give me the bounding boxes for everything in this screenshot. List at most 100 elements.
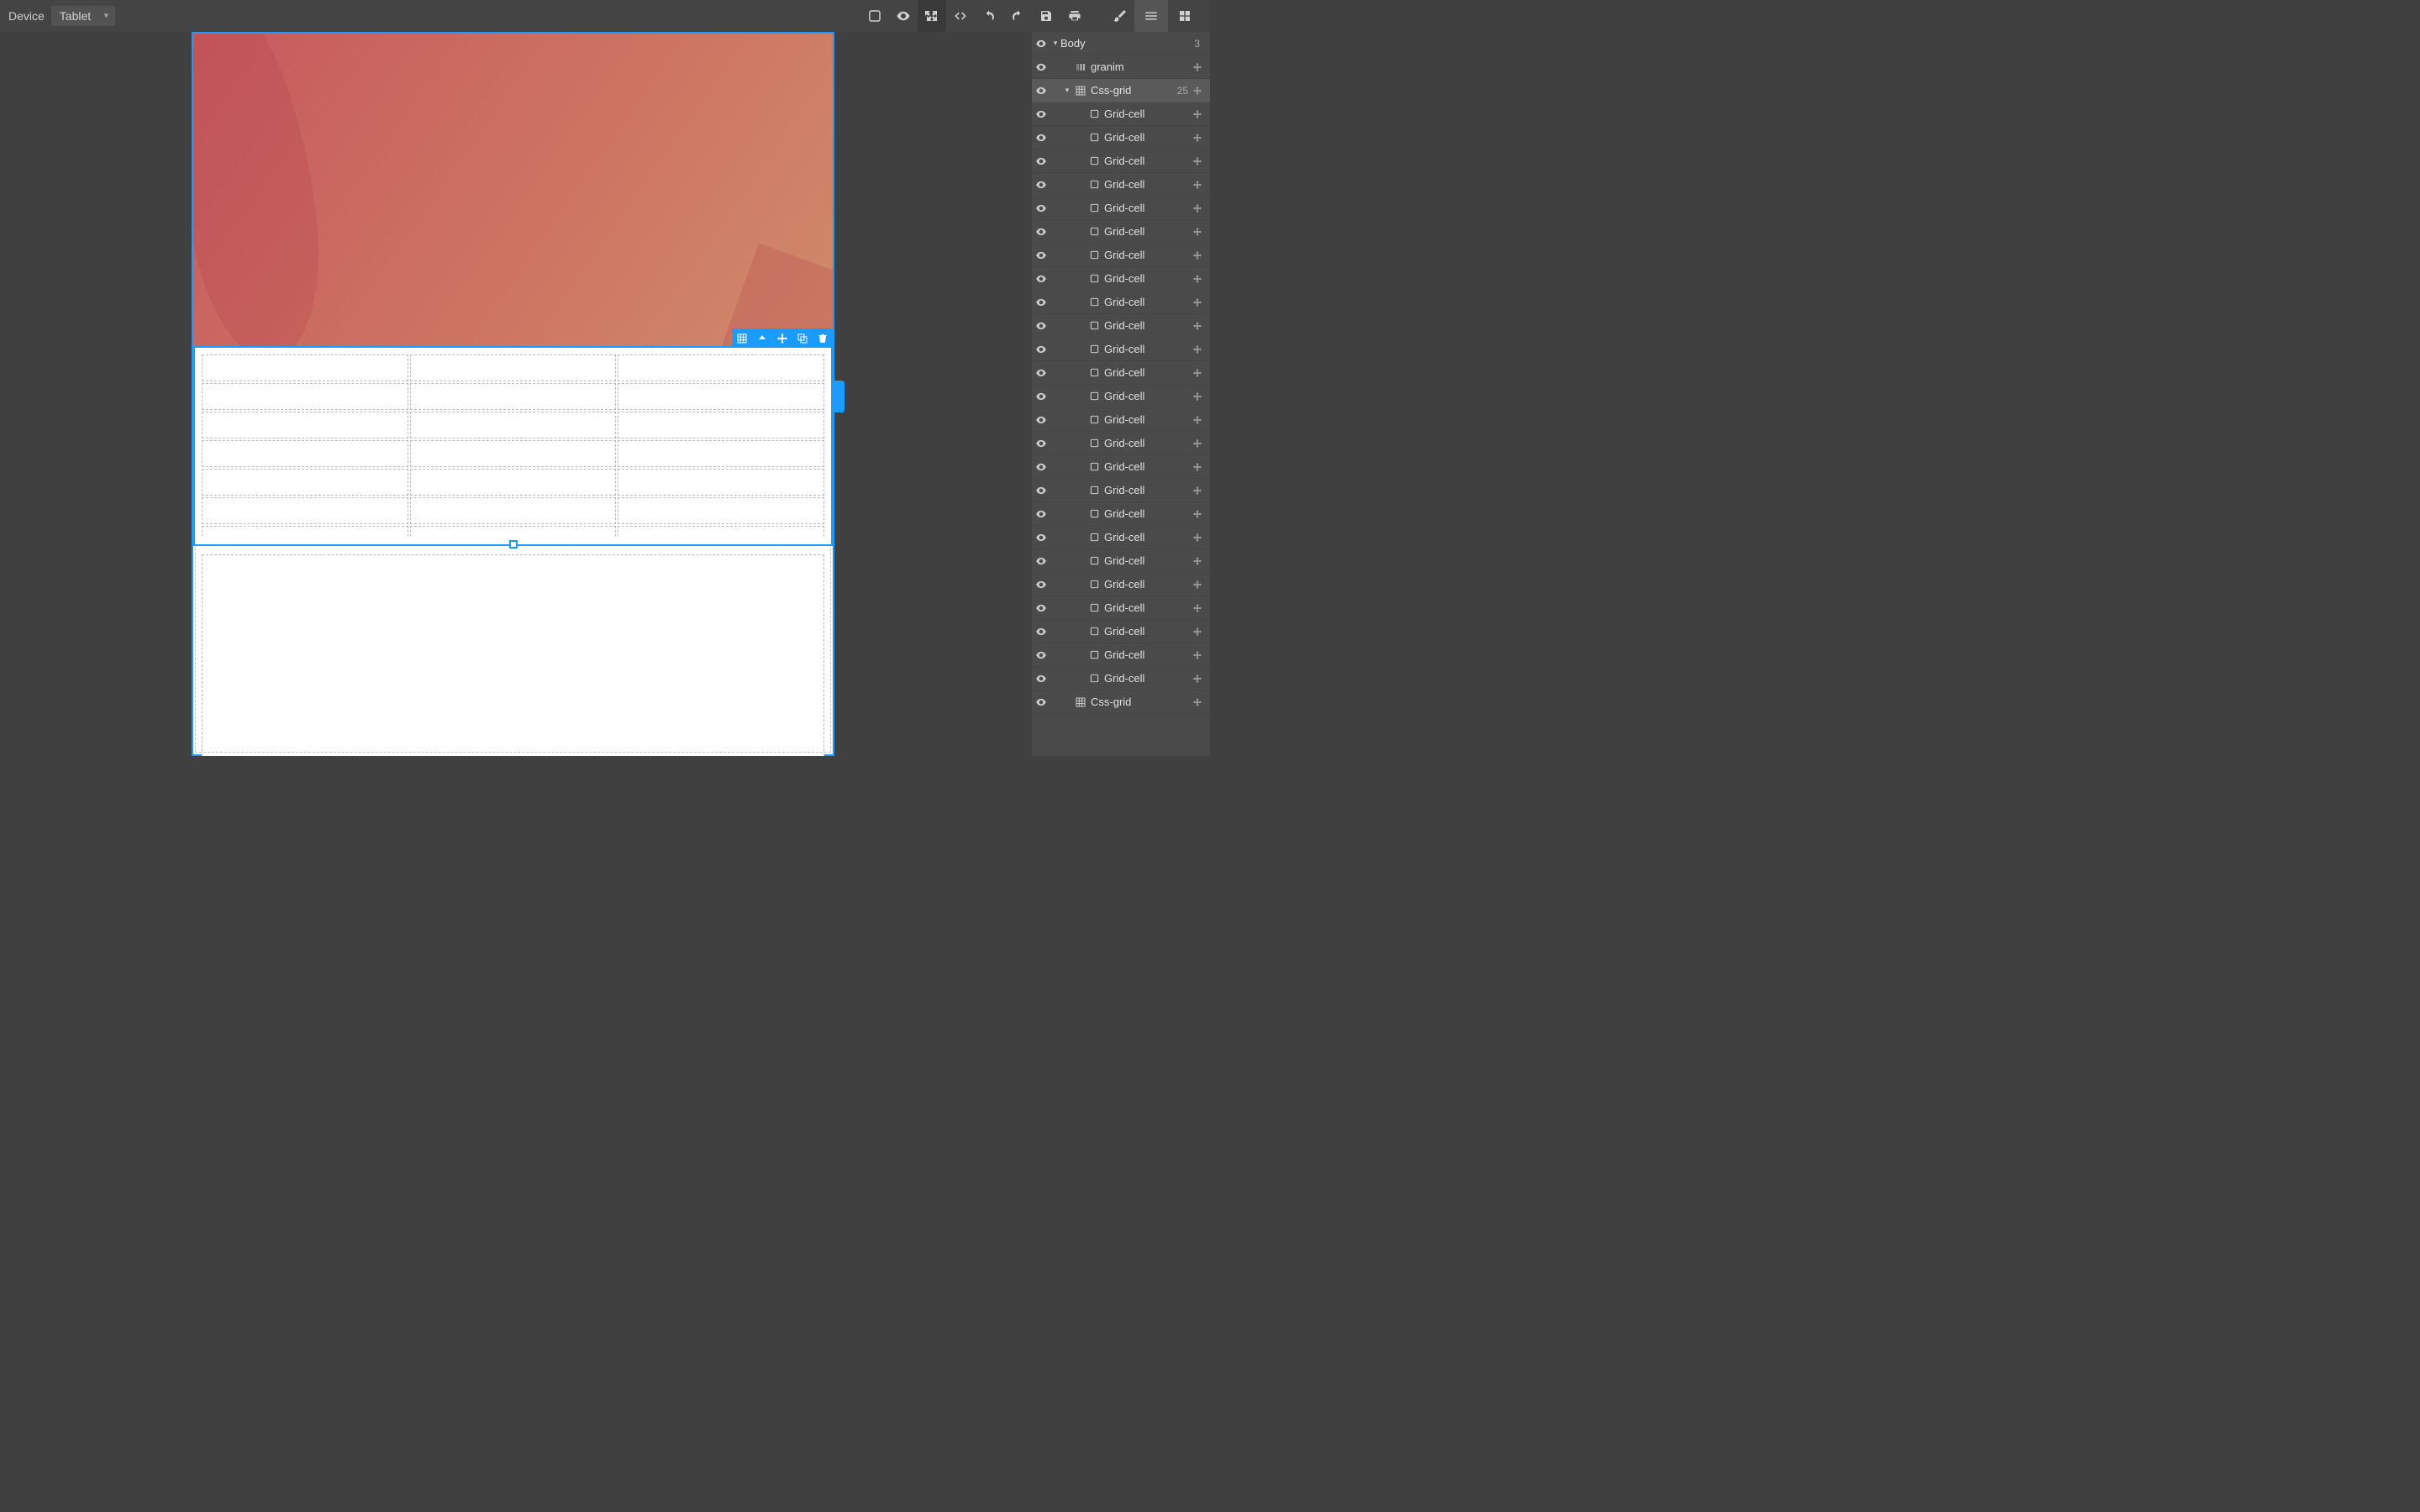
grid-cell[interactable] [410, 440, 617, 467]
layer-row[interactable]: ▾Css-grid25 [1032, 79, 1210, 102]
layer-row[interactable]: Grid-cell [1032, 361, 1210, 385]
grid-cell[interactable] [202, 497, 408, 524]
visibility-icon[interactable] [1032, 602, 1050, 614]
grid-cell[interactable] [618, 412, 824, 438]
canvas-area[interactable] [0, 32, 1032, 756]
layer-row[interactable]: Grid-cell [1032, 643, 1210, 667]
grid-cell[interactable] [202, 354, 408, 381]
move-icon[interactable] [1193, 275, 1205, 283]
grid-cell[interactable] [202, 412, 408, 438]
move-icon[interactable] [1193, 369, 1205, 377]
move-icon[interactable] [1193, 204, 1205, 213]
grid-cell[interactable] [618, 526, 824, 538]
print-button[interactable] [1060, 0, 1089, 32]
layer-row[interactable]: granim [1032, 55, 1210, 79]
move-icon[interactable] [1193, 134, 1205, 142]
layer-row[interactable]: Grid-cell [1032, 267, 1210, 291]
move-icon[interactable] [1193, 157, 1205, 165]
layer-row[interactable]: Grid-cell [1032, 244, 1210, 267]
layer-row[interactable]: Grid-cell [1032, 314, 1210, 338]
layer-row[interactable]: Grid-cell [1032, 173, 1210, 197]
select-parent-button[interactable] [752, 328, 772, 348]
move-icon[interactable] [1193, 463, 1205, 471]
visibility-icon[interactable] [1032, 273, 1050, 285]
visibility-icon[interactable] [1032, 579, 1050, 591]
copy-button[interactable] [792, 328, 813, 348]
layer-row[interactable]: Grid-cell [1032, 291, 1210, 314]
css-grid-element-2[interactable] [202, 554, 824, 756]
device-select[interactable]: Tablet [51, 6, 115, 26]
move-icon[interactable] [1193, 228, 1205, 236]
layer-row[interactable]: Grid-cell [1032, 102, 1210, 126]
grid-cell[interactable] [410, 469, 617, 496]
move-icon[interactable] [1193, 345, 1205, 354]
grid-cell[interactable] [618, 469, 824, 496]
layer-row[interactable]: Grid-cell [1032, 126, 1210, 150]
grid-cell[interactable] [202, 383, 408, 410]
visibility-icon[interactable] [1032, 626, 1050, 638]
visibility-icon[interactable] [1032, 155, 1050, 167]
visibility-icon[interactable] [1032, 132, 1050, 144]
move-icon[interactable] [1193, 510, 1205, 518]
layer-row[interactable]: Grid-cell [1032, 573, 1210, 596]
css-grid-element[interactable] [193, 346, 833, 546]
grid-cell[interactable] [410, 354, 617, 381]
caret-icon[interactable]: ▾ [1050, 39, 1060, 48]
visibility-icon[interactable] [1032, 673, 1050, 685]
layer-row[interactable]: Grid-cell [1032, 150, 1210, 173]
move-icon[interactable] [1193, 181, 1205, 189]
move-icon[interactable] [1193, 604, 1205, 612]
granim-element[interactable] [193, 34, 833, 346]
move-icon[interactable] [1193, 392, 1205, 401]
save-button[interactable] [1032, 0, 1060, 32]
layer-row[interactable]: Css-grid [1032, 690, 1210, 714]
visibility-icon[interactable] [1032, 297, 1050, 308]
layer-row[interactable]: Grid-cell [1032, 502, 1210, 526]
move-icon[interactable] [1193, 87, 1205, 95]
visibility-icon[interactable] [1032, 532, 1050, 543]
caret-icon[interactable]: ▾ [1062, 86, 1072, 95]
layers-panel-button[interactable] [1134, 0, 1168, 32]
visibility-icon[interactable] [1032, 249, 1050, 261]
visibility-icon[interactable] [1032, 391, 1050, 402]
grid-cell[interactable] [410, 412, 617, 438]
grid-cell[interactable] [410, 383, 617, 410]
code-button[interactable] [946, 0, 975, 32]
fullscreen-button[interactable] [918, 0, 946, 32]
move-icon[interactable] [1193, 580, 1205, 589]
move-icon[interactable] [1193, 110, 1205, 118]
layer-row-body[interactable]: ▾ Body 3 [1032, 32, 1210, 55]
grid-cell[interactable] [202, 469, 408, 496]
visibility-icon[interactable] [1032, 344, 1050, 355]
move-icon[interactable] [1193, 63, 1205, 71]
move-button[interactable] [772, 328, 792, 348]
move-icon[interactable] [1193, 416, 1205, 424]
grid-cell[interactable] [410, 497, 617, 524]
visibility-icon[interactable] [1032, 485, 1050, 496]
grid-icon[interactable] [732, 328, 752, 348]
blocks-panel-button[interactable] [1168, 0, 1202, 32]
grid-cell[interactable] [618, 354, 824, 381]
visibility-icon[interactable] [1032, 367, 1050, 379]
grid-cell[interactable] [618, 497, 824, 524]
visibility-icon[interactable] [1032, 461, 1050, 473]
resize-handle[interactable] [509, 540, 518, 549]
layer-row[interactable]: Grid-cell [1032, 432, 1210, 455]
layer-row[interactable]: Grid-cell [1032, 526, 1210, 549]
delete-button[interactable] [813, 328, 833, 348]
grid-cell[interactable] [202, 526, 408, 538]
visibility-icon[interactable] [1032, 61, 1050, 73]
visibility-icon[interactable] [1032, 38, 1050, 50]
visibility-icon[interactable] [1032, 414, 1050, 426]
outline-toggle-button[interactable] [860, 0, 889, 32]
move-icon[interactable] [1193, 698, 1205, 706]
grid-cell[interactable] [202, 440, 408, 467]
layer-row[interactable]: Grid-cell [1032, 667, 1210, 690]
grid-cell[interactable] [410, 526, 617, 538]
visibility-icon[interactable] [1032, 555, 1050, 567]
move-icon[interactable] [1193, 533, 1205, 542]
layer-row[interactable]: Grid-cell [1032, 338, 1210, 361]
move-icon[interactable] [1193, 251, 1205, 260]
move-icon[interactable] [1193, 651, 1205, 659]
device-select-wrap[interactable]: Tablet [51, 6, 115, 26]
